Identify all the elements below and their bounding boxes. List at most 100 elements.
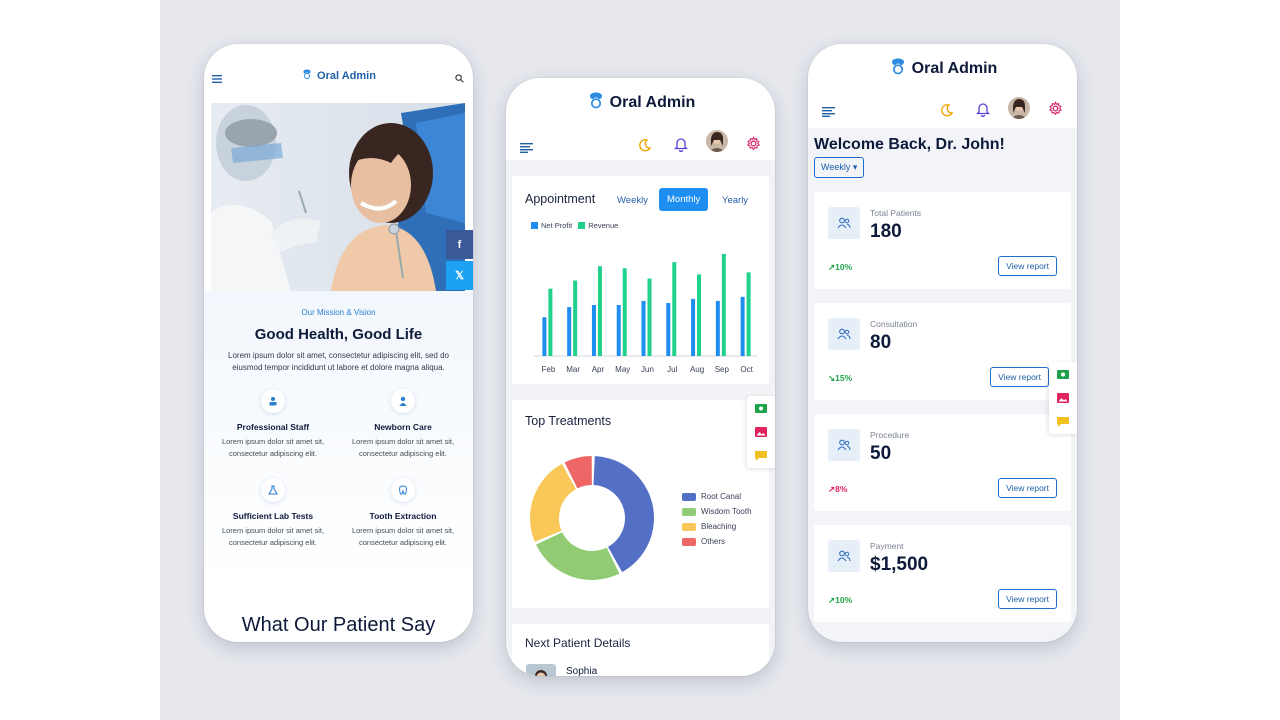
change-value: 10% (835, 262, 853, 272)
tab-yearly[interactable]: Yearly (715, 190, 755, 211)
baby-icon (391, 389, 415, 413)
x-tick-label: Aug (690, 365, 704, 374)
feature-card: Sufficient Lab Tests Lorem ipsum dolor s… (211, 478, 335, 549)
treatments-title: Top Treatments (525, 414, 612, 428)
phone-stats: Oral Admin Welcome Back, Dr. John! Weekl… (808, 44, 1077, 642)
feature-title: Sufficient Lab Tests (232, 511, 314, 521)
brand-logo[interactable]: Oral Admin (808, 56, 1077, 81)
stat-label: Procedure (870, 430, 910, 440)
tooth-logo-icon (586, 90, 606, 115)
search-icon[interactable] (455, 70, 464, 88)
view-report-button[interactable]: View report (990, 367, 1049, 387)
view-report-button[interactable]: View report (998, 478, 1057, 498)
legend-swatch (682, 507, 696, 516)
image-icon[interactable] (747, 420, 775, 444)
bar-net-profit[interactable] (691, 298, 696, 356)
view-report-button[interactable]: View report (998, 589, 1057, 609)
image-icon[interactable] (1049, 386, 1077, 410)
stat-label: Total Patients (870, 208, 922, 218)
bar-revenue[interactable] (597, 266, 602, 356)
bar-net-profit[interactable] (542, 317, 547, 356)
x-twitter-icon[interactable]: 𝕏 (446, 261, 473, 290)
bell-icon[interactable] (975, 102, 991, 122)
bar-net-profit[interactable] (740, 296, 745, 356)
bar-net-profit[interactable] (567, 307, 572, 356)
period-dropdown[interactable]: Weekly ▾ (814, 157, 865, 178)
users-icon (828, 207, 860, 239)
legend-label: Bleaching (701, 522, 737, 531)
x-tick-label: May (615, 365, 630, 374)
brand-logo[interactable]: Oral Admin (204, 68, 473, 83)
donut-slice-wisdom-tooth[interactable] (536, 532, 620, 580)
view-report-button[interactable]: View report (998, 256, 1057, 276)
gear-icon[interactable] (1048, 101, 1063, 121)
legend-item[interactable]: Wisdom Tooth (682, 507, 752, 516)
appointment-card: Appointment Weekly Monthly Yearly Net Pr… (512, 176, 769, 384)
facebook-icon[interactable]: f (446, 230, 473, 259)
stat-value: $1,500 (870, 554, 929, 575)
tab-monthly[interactable]: Monthly (659, 188, 709, 211)
stat-change: ↗8% (828, 484, 847, 495)
bell-icon[interactable] (673, 137, 689, 157)
menu-icon[interactable] (520, 140, 533, 158)
gear-icon[interactable] (746, 136, 761, 156)
bar-revenue[interactable] (672, 262, 677, 356)
legend-label: Net Profit (541, 221, 573, 230)
avatar[interactable] (706, 130, 728, 152)
x-tick-label: Jul (667, 365, 677, 374)
donut-slice-bleaching[interactable] (530, 463, 576, 542)
legend-net-profit[interactable]: Net Profit (531, 221, 572, 230)
next-patient-title: Next Patient Details (525, 636, 631, 650)
legend-label: Others (701, 537, 726, 546)
feature-card: Professional Staff Lorem ipsum dolor sit… (211, 389, 335, 460)
stat-value: 180 (870, 221, 902, 242)
bar-revenue[interactable] (573, 280, 578, 356)
x-tick-label: Jun (641, 365, 654, 374)
tab-weekly[interactable]: Weekly (610, 190, 655, 211)
feature-title: Newborn Care (374, 422, 432, 432)
brand-logo[interactable]: Oral Admin (506, 90, 775, 115)
stats-header: Oral Admin (808, 44, 1077, 128)
stat-label: Consultation (870, 319, 918, 329)
patient-avatar (526, 664, 556, 676)
phone-dashboard: Oral Admin Appointment Weekly Monthly Ye… (506, 78, 775, 676)
bar-net-profit[interactable] (641, 300, 646, 356)
bar-revenue[interactable] (622, 268, 627, 356)
mission-eyebrow: Our Mission & Vision (301, 308, 376, 317)
bar-net-profit[interactable] (616, 305, 621, 356)
feature-desc: Lorem ipsum dolor sit amet sit, consecte… (351, 526, 455, 547)
chart-legend: Net Profit Revenue (531, 221, 618, 230)
legend-revenue[interactable]: Revenue (578, 221, 618, 230)
brand-name: Oral Admin (317, 69, 376, 82)
bar-net-profit[interactable] (666, 302, 671, 356)
bar-net-profit[interactable] (715, 300, 720, 356)
moon-icon[interactable] (638, 138, 652, 157)
bar-net-profit[interactable] (591, 305, 596, 356)
stat-change: ↘15% (828, 373, 852, 384)
legend-item[interactable]: Others (682, 537, 752, 546)
stat-label: Payment (870, 541, 904, 551)
bar-revenue[interactable] (746, 272, 751, 356)
chat-icon[interactable] (747, 444, 775, 468)
menu-icon[interactable] (822, 104, 835, 122)
stat-card: Consultation 80 ↘15% View report (814, 303, 1071, 400)
bar-revenue[interactable] (697, 274, 702, 356)
chat-icon[interactable] (1049, 410, 1077, 434)
users-icon (828, 429, 860, 461)
bar-revenue[interactable] (721, 254, 726, 356)
x-tick-label: Sep (715, 365, 730, 374)
money-icon[interactable] (747, 396, 775, 420)
feature-desc: Lorem ipsum dolor sit amet sit, consecte… (221, 526, 325, 547)
moon-icon[interactable] (940, 103, 954, 122)
patient-name[interactable]: Sophia (566, 666, 597, 676)
avatar[interactable] (1008, 97, 1030, 119)
legend-item[interactable]: Bleaching (682, 522, 752, 531)
users-icon (828, 540, 860, 572)
bar-revenue[interactable] (548, 288, 553, 356)
users-icon (828, 318, 860, 350)
bar-revenue[interactable] (647, 278, 652, 356)
money-icon[interactable] (1049, 362, 1077, 386)
change-value: 8% (835, 484, 848, 494)
legend-swatch (578, 222, 586, 229)
legend-item[interactable]: Root Canal (682, 492, 752, 501)
